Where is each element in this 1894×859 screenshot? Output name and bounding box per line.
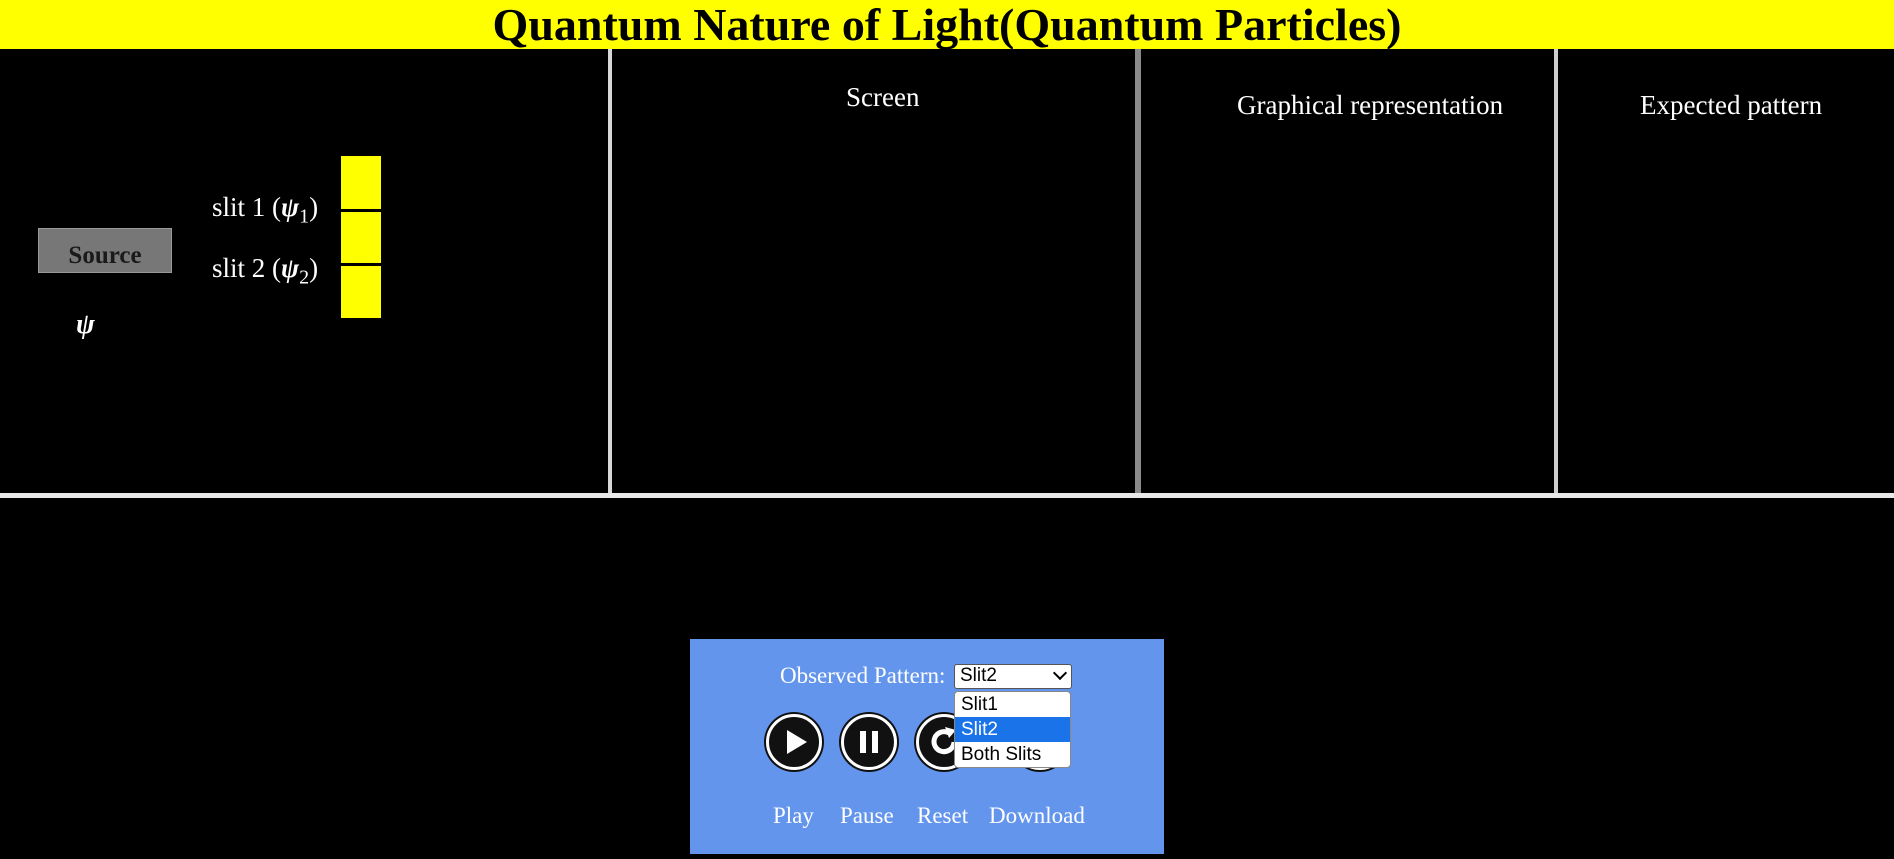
- pattern-dropdown-list: Slit1 Slit2 Both Slits: [954, 691, 1071, 768]
- pause-icon: [860, 731, 878, 753]
- slit2-label-prefix: slit 2 (: [212, 253, 282, 283]
- barrier-middle: [341, 212, 381, 263]
- observed-pattern-label: Observed Pattern:: [780, 663, 946, 688]
- slit2-subscript: 2: [299, 266, 310, 289]
- barrier-top: [341, 156, 381, 209]
- option-both-slits[interactable]: Both Slits: [955, 742, 1070, 767]
- psi-wavefunction-label: ψ: [76, 309, 95, 340]
- control-panel: Observed Pattern: Slit2 Play Pause Reset…: [690, 639, 1164, 854]
- pause-button[interactable]: [841, 714, 897, 770]
- play-button[interactable]: [766, 714, 822, 770]
- slit2-psi: ψ: [281, 253, 300, 283]
- reset-label: Reset: [917, 803, 969, 828]
- page-title: Quantum Nature of Light(Quantum Particle…: [0, 0, 1894, 49]
- pause-label: Pause: [840, 803, 894, 828]
- slit1-label: slit 1 (ψ1): [212, 192, 318, 228]
- download-label: Download: [989, 803, 1085, 828]
- screen-panel: Screen: [612, 49, 1135, 493]
- slit2-label-suffix: ): [309, 253, 319, 283]
- expected-panel: Expected pattern: [1558, 49, 1894, 493]
- play-label: Play: [773, 803, 814, 828]
- option-slit2[interactable]: Slit2: [955, 717, 1070, 742]
- observed-pattern-value: Slit2: [960, 665, 997, 686]
- slit1-label-suffix: ): [309, 192, 319, 222]
- chevron-down-icon: [1052, 665, 1068, 681]
- slit1-psi: ψ: [281, 192, 300, 222]
- slit1-subscript: 1: [299, 205, 310, 228]
- expected-title: Expected pattern: [1640, 90, 1823, 120]
- observed-pattern-select[interactable]: Slit2: [954, 664, 1072, 689]
- barrier-bottom: [341, 266, 381, 318]
- option-slit1[interactable]: Slit1: [955, 692, 1070, 717]
- slit1-label-prefix: slit 1 (: [212, 192, 282, 222]
- play-icon: [787, 730, 807, 754]
- screen-title: Screen: [846, 82, 920, 112]
- slit-barrier: [341, 156, 381, 318]
- graph-title: Graphical representation: [1237, 90, 1504, 120]
- light-source: Source: [38, 228, 172, 273]
- graph-panel: Graphical representation: [1141, 49, 1554, 493]
- horizontal-divider: [0, 493, 1894, 498]
- slit2-label: slit 2 (ψ2): [212, 253, 318, 289]
